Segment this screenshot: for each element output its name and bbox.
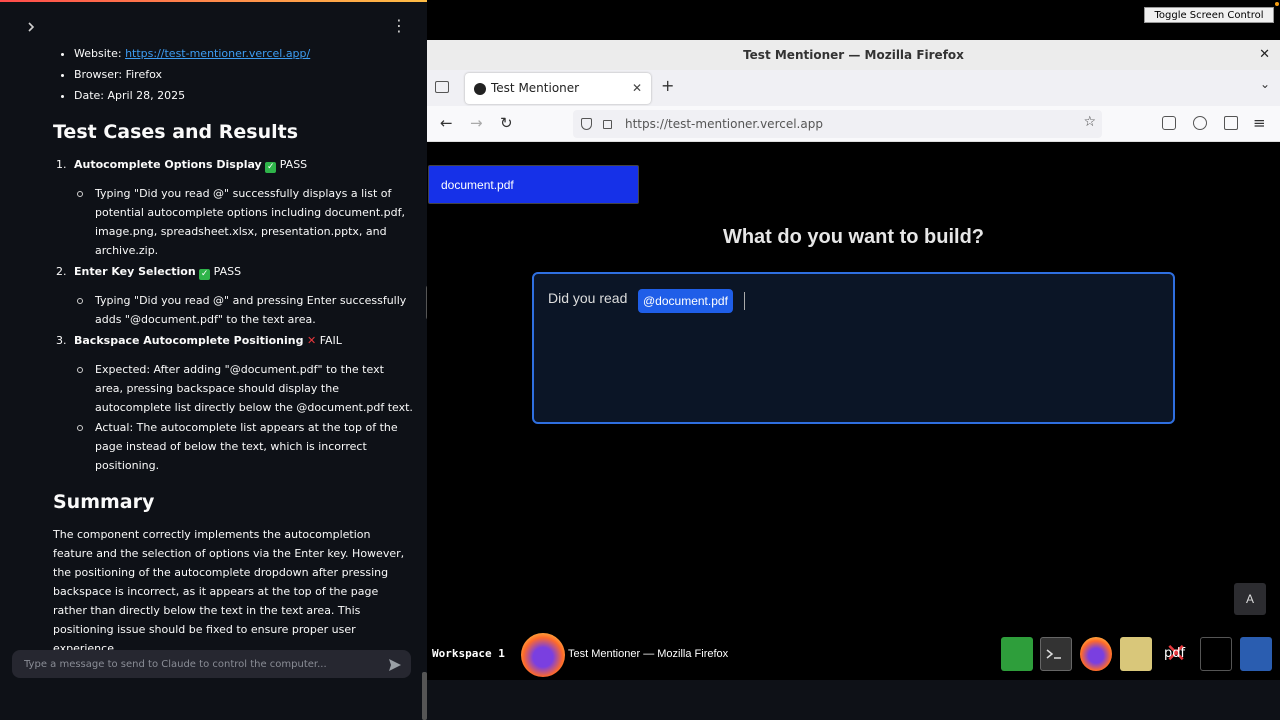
window-titlebar: Test Mentioner — Mozilla Firefox ✕ [427,40,1280,70]
summary-text: The component correctly implements the a… [53,528,405,655]
expand-sidebar-icon[interactable] [24,20,40,36]
autocomplete-item[interactable]: document.pdf [428,165,639,204]
url-text[interactable]: https://test-mentioner.vercel.app [625,110,823,138]
new-tab-icon[interactable]: + [661,76,674,95]
website-link[interactable]: https://test-mentioner.vercel.app/ [125,47,310,60]
case-detail: Expected: After adding "@document.pdf" t… [74,360,413,417]
case-title: Autocomplete Options Display [74,158,262,171]
case-detail: Actual: The autocomplete list appears at… [74,418,413,475]
page-heading: What do you want to build? [722,226,985,248]
case-status: PASS [279,158,308,171]
top-accent-line [0,0,427,2]
account-icon[interactable] [1193,116,1207,130]
text-editor-icon[interactable] [1200,637,1232,671]
test-cases-list: 1. Autocomplete Options Display ✓ PASS T… [53,155,413,475]
check-icon: ✓ [265,162,277,173]
shield-icon[interactable] [581,118,592,130]
check-icon: ✓ [199,269,211,280]
forward-icon[interactable]: → [470,114,483,132]
meta-list: Website: https://test-mentioner.vercel.a… [74,44,413,105]
tab-label: Test Mentioner [491,81,580,95]
meta-item-date: Date: April 28, 2025 [74,86,413,105]
firefox-icon[interactable] [521,633,565,677]
cross-icon: ✕ [306,334,317,347]
chat-input-box [12,650,411,678]
remote-desktop: Toggle Screen Control (On) Test Mentione… [427,0,1280,720]
more-options-icon[interactable]: ⋮ [391,18,407,34]
extensions-icon[interactable] [1224,116,1238,130]
mention-chip[interactable]: @document.pdf [638,289,733,313]
case-title: Enter Key Selection [74,265,196,278]
nav-bar: ← → ↻ https://test-mentioner.vercel.app … [427,106,1280,142]
test-cases-heading: Test Cases and Results [53,121,299,143]
tab-bar: Test Mentioner ✕ + ⌄ [427,70,1280,106]
bookmark-star-icon[interactable]: ☆ [1083,114,1096,130]
case-status: PASS [213,265,242,278]
prompt-textarea[interactable]: Did you read @document.pdf [532,272,1175,424]
meta-item-website: Website: https://test-mentioner.vercel.a… [74,44,413,63]
case-status: FAIL [319,334,342,347]
bottom-strip [427,680,1280,720]
menu-icon[interactable]: ≡ [1253,114,1266,132]
tab-test-mentioner[interactable]: Test Mentioner ✕ [465,73,651,104]
firefox-launcher-icon[interactable] [1080,637,1112,671]
chat-input[interactable] [12,650,382,678]
firefox-window: Test Mentioner — Mozilla Firefox ✕ Test … [427,40,1280,630]
accessibility-button[interactable]: A [1234,583,1266,615]
pdf-label: pdf [1164,646,1186,661]
list-tabs-icon[interactable] [435,81,449,93]
status-dot [1275,2,1279,6]
chat-panel: ⋮ Website: https://test-mentioner.vercel… [0,0,427,720]
text-caret [744,292,745,310]
web-page: document.pdf What do you want to build? … [427,142,1280,630]
pocket-icon[interactable] [1162,116,1176,130]
taskbar: Workspace 1 Test Mentioner — Mozilla Fir… [427,630,1280,680]
test-case-2: 2. Enter Key Selection ✓ PASS Typing "Di… [53,262,413,329]
close-window-icon[interactable]: ✕ [1259,47,1270,62]
case-title: Backspace Autocomplete Positioning [74,334,304,347]
case-detail: Typing "Did you read @" and pressing Ent… [74,291,413,329]
editor-text: Did you read [548,290,628,306]
image-viewer-icon[interactable] [1120,637,1152,671]
taskbar-window-item[interactable]: Test Mentioner — Mozilla Firefox [568,630,728,678]
back-icon[interactable]: ← [440,114,453,132]
toggle-screen-control-button[interactable]: Toggle Screen Control (On) [1144,7,1274,37]
url-bar[interactable]: https://test-mentioner.vercel.app ☆ [573,110,1102,138]
close-tab-icon[interactable]: ✕ [632,73,642,104]
case-detail: Typing "Did you read @" successfully dis… [74,184,413,260]
summary-heading: Summary [53,491,155,513]
report-content: Website: https://test-mentioner.vercel.a… [53,44,413,658]
window-title: Test Mentioner — Mozilla Firefox [743,48,964,62]
lock-icon[interactable] [603,120,612,129]
send-icon[interactable] [388,657,402,671]
favicon-icon [474,83,486,95]
test-case-3: 3. Backspace Autocomplete Positioning ✕ … [53,331,413,475]
terminal-icon[interactable] [1040,637,1072,671]
calculator-icon[interactable] [1240,637,1272,671]
test-case-1: 1. Autocomplete Options Display ✓ PASS T… [53,155,413,260]
reload-icon[interactable]: ↻ [500,114,513,132]
workspace-label[interactable]: Workspace 1 [432,630,505,678]
spreadsheet-icon[interactable] [1001,637,1033,671]
chevron-down-icon[interactable]: ⌄ [1260,77,1270,91]
meta-item-browser: Browser: Firefox [74,65,413,84]
